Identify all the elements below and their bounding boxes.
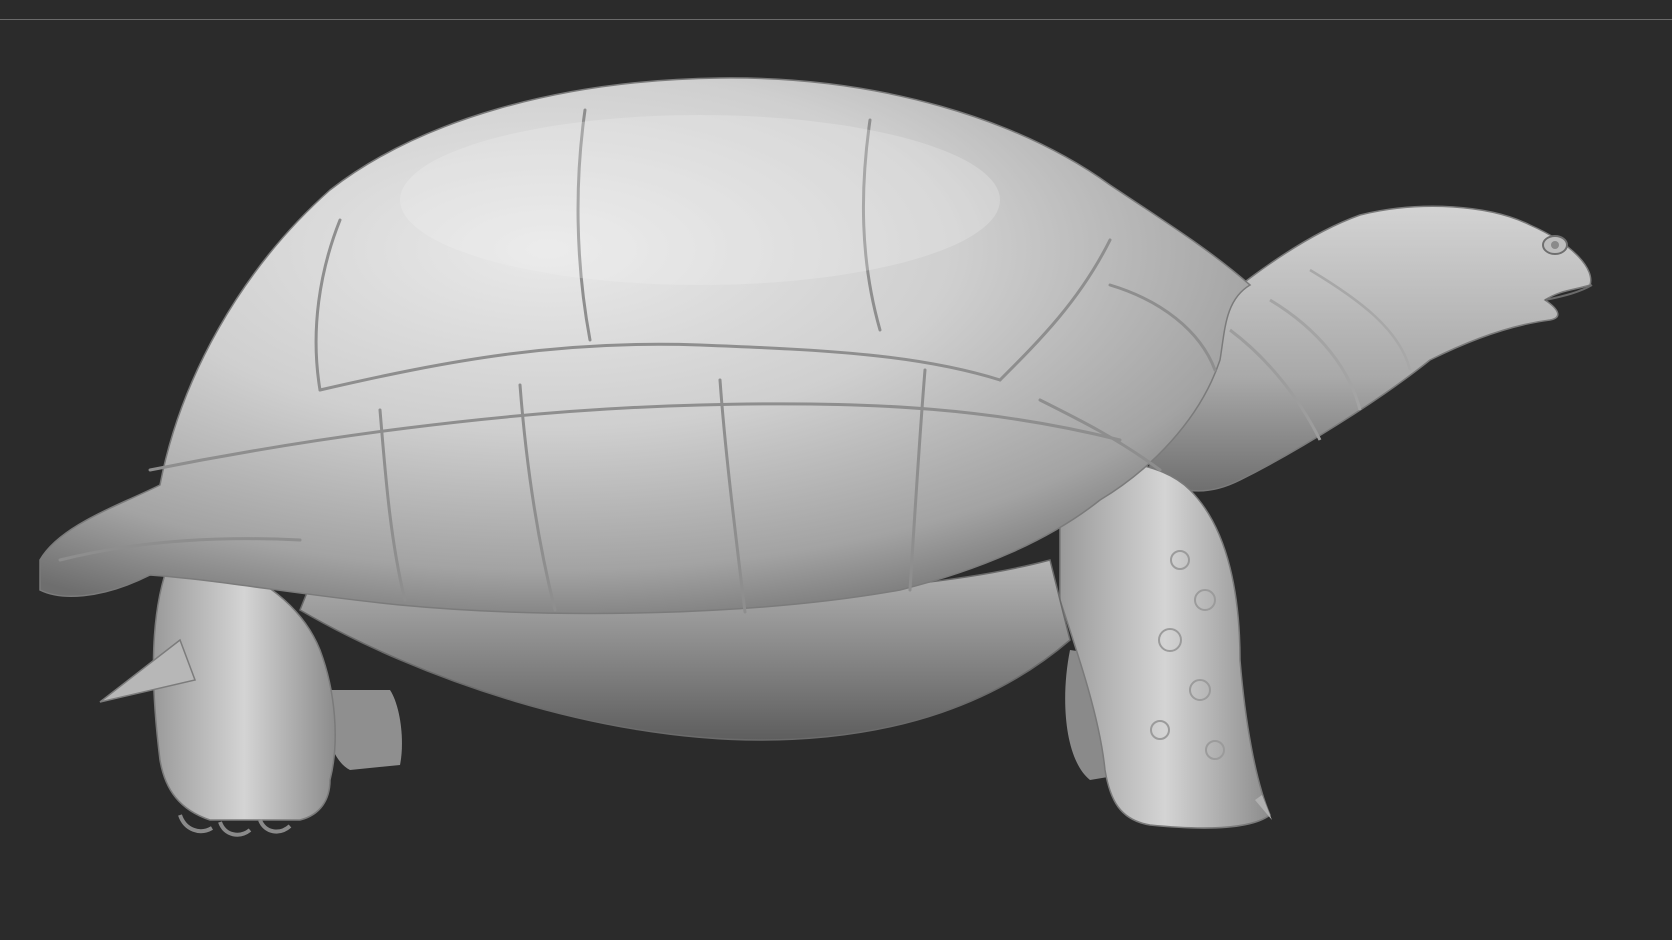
near-hind-leg [99,554,336,837]
far-hind-leg [326,690,402,770]
sculpt-viewport[interactable] [0,0,1672,940]
tortoise-sculpt-model[interactable] [0,0,1672,940]
